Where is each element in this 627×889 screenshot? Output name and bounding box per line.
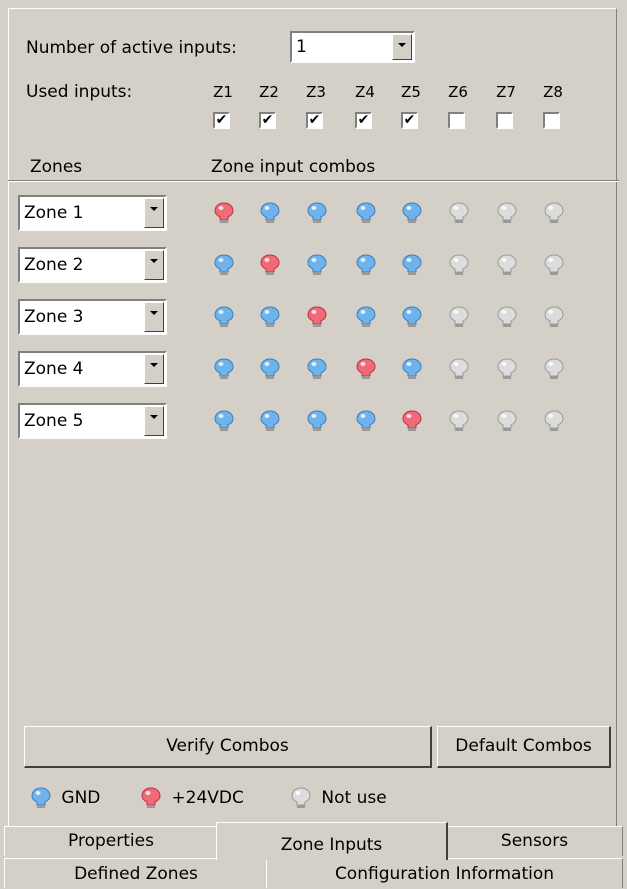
zone-select-value: Zone 5: [24, 411, 84, 431]
zone-select[interactable]: Zone 3: [18, 299, 167, 335]
default-combos-button[interactable]: Default Combos: [437, 726, 611, 768]
input-header-z2: Z2: [259, 83, 279, 101]
input-checkbox-z4[interactable]: ✔: [355, 112, 372, 129]
input-checkbox-z5[interactable]: ✔: [401, 112, 418, 129]
bulb-blue-icon[interactable]: [355, 305, 377, 329]
input-header-z7: Z7: [496, 83, 516, 101]
bulb-blue-icon[interactable]: [259, 201, 281, 225]
bulb-gray-icon[interactable]: [543, 253, 565, 277]
bulb-blue-icon[interactable]: [259, 409, 281, 433]
bulb-blue-icon[interactable]: [259, 305, 281, 329]
chevron-down-icon[interactable]: [144, 198, 164, 228]
bulb-red-icon: [141, 787, 161, 808]
legend-24vdc-label: +24VDC: [171, 788, 244, 808]
chevron-down-icon[interactable]: [144, 406, 164, 436]
tab-configuration-information[interactable]: Configuration Information: [266, 858, 623, 888]
bulb-blue-icon[interactable]: [306, 409, 328, 433]
bulb-blue-icon[interactable]: [355, 409, 377, 433]
active-inputs-label: Number of active inputs:: [26, 38, 237, 58]
zone-select[interactable]: Zone 2: [18, 247, 167, 283]
zone-select-value: Zone 1: [24, 203, 84, 223]
bulb-gray-icon[interactable]: [543, 409, 565, 433]
bulb-gray-icon[interactable]: [448, 201, 470, 225]
bulb-red-icon[interactable]: [401, 409, 423, 433]
used-inputs-label: Used inputs:: [26, 82, 133, 102]
input-checkbox-z7[interactable]: [496, 112, 513, 129]
bulb-gray-icon[interactable]: [448, 409, 470, 433]
bulb-blue-icon[interactable]: [401, 253, 423, 277]
bulb-red-icon[interactable]: [355, 357, 377, 381]
bulb-blue-icon[interactable]: [306, 357, 328, 381]
bulb-gray-icon[interactable]: [496, 409, 518, 433]
bulb-gray-icon[interactable]: [543, 357, 565, 381]
tab-zone-inputs[interactable]: Zone Inputs: [216, 822, 448, 860]
bulb-blue-icon[interactable]: [401, 201, 423, 225]
zones-column-label: Zones: [30, 157, 83, 177]
bulb-gray-icon[interactable]: [496, 305, 518, 329]
bulb-gray-icon[interactable]: [496, 201, 518, 225]
bulb-gray-icon[interactable]: [543, 305, 565, 329]
bulb-red-icon[interactable]: [213, 201, 235, 225]
input-header-z5: Z5: [401, 83, 421, 101]
tab-sensors[interactable]: Sensors: [446, 826, 623, 856]
bulb-blue-icon[interactable]: [213, 305, 235, 329]
active-inputs-value: 1: [296, 37, 307, 57]
tab-properties[interactable]: Properties: [4, 826, 218, 856]
input-header-z6: Z6: [448, 83, 468, 101]
input-checkbox-z1[interactable]: ✔: [213, 112, 230, 129]
legend-24vdc: +24VDC: [140, 786, 244, 814]
bulb-blue-icon[interactable]: [213, 253, 235, 277]
input-header-z1: Z1: [213, 83, 233, 101]
input-header-z8: Z8: [543, 83, 563, 101]
bulb-blue-icon: [31, 787, 51, 808]
legend-notuse: Not use: [290, 786, 387, 814]
bulb-blue-icon[interactable]: [213, 409, 235, 433]
bulb-blue-icon[interactable]: [401, 357, 423, 381]
legend-gnd-label: GND: [61, 788, 101, 808]
zone-select[interactable]: Zone 4: [18, 351, 167, 387]
tab-defined-zones[interactable]: Defined Zones: [4, 858, 268, 888]
header-divider: [8, 180, 619, 182]
bulb-gray-icon[interactable]: [496, 357, 518, 381]
input-header-z4: Z4: [355, 83, 375, 101]
bulb-blue-icon[interactable]: [213, 357, 235, 381]
chevron-down-icon[interactable]: [144, 302, 164, 332]
legend-gnd: GND: [30, 786, 100, 814]
bulb-blue-icon[interactable]: [259, 357, 281, 381]
input-checkbox-z2[interactable]: ✔: [259, 112, 276, 129]
input-checkbox-z8[interactable]: [543, 112, 560, 129]
bulb-blue-icon[interactable]: [306, 253, 328, 277]
input-checkbox-z3[interactable]: ✔: [306, 112, 323, 129]
chevron-down-icon[interactable]: [392, 34, 412, 60]
verify-combos-button[interactable]: Verify Combos: [24, 726, 432, 768]
bulb-gray-icon: [291, 787, 311, 808]
zone-select[interactable]: Zone 5: [18, 403, 167, 439]
bulb-gray-icon[interactable]: [448, 357, 470, 381]
bulb-gray-icon[interactable]: [448, 305, 470, 329]
bulb-red-icon[interactable]: [306, 305, 328, 329]
bulb-blue-icon[interactable]: [306, 201, 328, 225]
zone-select-value: Zone 3: [24, 307, 84, 327]
chevron-down-icon[interactable]: [144, 354, 164, 384]
bulb-blue-icon[interactable]: [355, 253, 377, 277]
legend-notuse-label: Not use: [321, 788, 387, 808]
zone-select-value: Zone 4: [24, 359, 84, 379]
input-checkbox-z6[interactable]: [448, 112, 465, 129]
active-inputs-select[interactable]: 1: [290, 31, 415, 63]
bulb-red-icon[interactable]: [259, 253, 281, 277]
bulb-blue-icon[interactable]: [401, 305, 423, 329]
input-header-z3: Z3: [306, 83, 326, 101]
combos-column-label: Zone input combos: [211, 157, 376, 177]
zone-select-value: Zone 2: [24, 255, 84, 275]
bulb-gray-icon[interactable]: [543, 201, 565, 225]
zone-select[interactable]: Zone 1: [18, 195, 167, 231]
chevron-down-icon[interactable]: [144, 250, 164, 280]
bulb-blue-icon[interactable]: [355, 201, 377, 225]
bulb-gray-icon[interactable]: [448, 253, 470, 277]
bulb-gray-icon[interactable]: [496, 253, 518, 277]
